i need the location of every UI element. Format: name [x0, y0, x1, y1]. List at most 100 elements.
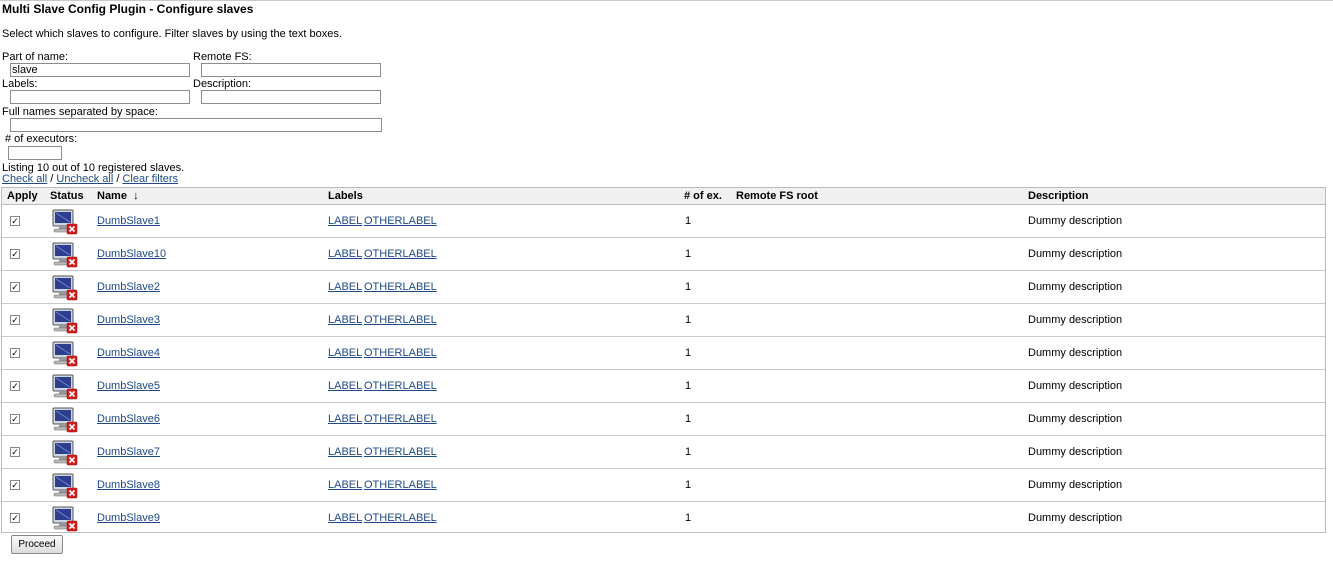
label-link[interactable]: LABEL — [328, 248, 362, 260]
table-row: ✓ DumbSlave2 LABEL OTHERLABEL 1 Dummy descrip… — [2, 271, 1325, 304]
otherlabel-link[interactable]: OTHERLABEL — [364, 215, 437, 227]
executors-value: 1 — [685, 281, 692, 293]
apply-checkbox[interactable]: ✓ — [10, 315, 20, 325]
otherlabel-link[interactable]: OTHERLABEL — [364, 314, 437, 326]
label-link[interactable]: LABEL — [328, 446, 362, 458]
table-row: ✓ DumbSlave9 LABEL OTHERLABEL 1 Dummy descrip… — [2, 502, 1325, 534]
description-value: Dummy description — [1028, 215, 1123, 227]
otherlabel-link[interactable]: OTHERLABEL — [364, 380, 437, 392]
label-link[interactable]: LABEL — [328, 479, 362, 491]
description-value: Dummy description — [1028, 446, 1123, 458]
otherlabel-link[interactable]: OTHERLABEL — [364, 281, 437, 293]
table-row: ✓ DumbSlave8 LABEL OTHERLABEL 1 Dummy descrip… — [2, 469, 1325, 502]
apply-checkbox[interactable]: ✓ — [10, 249, 20, 259]
slave-name-link[interactable]: DumbSlave9 — [97, 512, 160, 524]
clear-filters-link[interactable]: Clear filters — [122, 173, 178, 185]
otherlabel-link[interactable]: OTHERLABEL — [364, 479, 437, 491]
slave-name-link[interactable]: DumbSlave3 — [97, 314, 160, 326]
slave-name-link[interactable]: DumbSlave4 — [97, 347, 160, 359]
page-title: Multi Slave Config Plugin - Configure sl… — [2, 2, 254, 16]
status-icon-wrapper — [50, 209, 78, 235]
slave-name-link[interactable]: DumbSlave7 — [97, 446, 160, 458]
otherlabel-link[interactable]: OTHERLABEL — [364, 413, 437, 425]
otherlabel-link[interactable]: OTHERLABEL — [364, 446, 437, 458]
selection-links: Check all / Uncheck all / Clear filters — [2, 173, 178, 185]
slave-name-link[interactable]: DumbSlave2 — [97, 281, 160, 293]
status-icon-wrapper — [50, 506, 78, 532]
top-divider — [0, 0, 1333, 1]
apply-checkbox[interactable]: ✓ — [10, 513, 20, 523]
uncheck-all-link[interactable]: Uncheck all — [56, 173, 113, 185]
description-input[interactable] — [201, 90, 381, 104]
table-row: ✓ DumbSlave7 LABEL OTHERLABEL 1 Dummy descrip… — [2, 436, 1325, 469]
full-names-input[interactable] — [10, 118, 382, 132]
status-icon-wrapper — [50, 275, 78, 301]
apply-checkbox[interactable]: ✓ — [10, 480, 20, 490]
apply-checkbox[interactable]: ✓ — [10, 381, 20, 391]
slave-name-link[interactable]: DumbSlave1 — [97, 215, 160, 227]
executors-value: 1 — [685, 479, 692, 491]
proceed-button[interactable]: Proceed — [11, 535, 63, 554]
description-label: Description: — [193, 78, 252, 90]
label-link[interactable]: LABEL — [328, 215, 362, 227]
header-name-label: Name — [97, 190, 127, 202]
check-all-link[interactable]: Check all — [2, 173, 47, 185]
offline-computer-icon — [52, 440, 78, 466]
status-icon-wrapper — [50, 242, 78, 268]
executors-value: 1 — [685, 512, 692, 524]
header-remote-fs[interactable]: Remote FS root — [736, 190, 818, 202]
table-row: ✓ DumbSlave5 LABEL OTHERLABEL 1 Dummy descrip… — [2, 370, 1325, 403]
label-link[interactable]: LABEL — [328, 281, 362, 293]
remote-fs-label: Remote FS: — [193, 51, 252, 63]
executors-value: 1 — [685, 347, 692, 359]
slave-name-link[interactable]: DumbSlave6 — [97, 413, 160, 425]
otherlabel-link[interactable]: OTHERLABEL — [364, 248, 437, 260]
status-icon-wrapper — [50, 308, 78, 334]
sort-arrow-icon: ↓ — [133, 190, 139, 202]
description-value: Dummy description — [1028, 479, 1123, 491]
slave-name-link[interactable]: DumbSlave8 — [97, 479, 160, 491]
table-row: ✓ DumbSlave4 LABEL OTHERLABEL 1 Dummy descrip… — [2, 337, 1325, 370]
apply-checkbox[interactable]: ✓ — [10, 282, 20, 292]
label-link[interactable]: LABEL — [328, 380, 362, 392]
table-row: ✓ DumbSlave10 LABEL OTHERLABEL 1 Dummy descri… — [2, 238, 1325, 271]
label-link[interactable]: LABEL — [328, 347, 362, 359]
table-row: ✓ DumbSlave1 LABEL OTHERLABEL 1 Dummy descrip… — [2, 205, 1325, 238]
slave-name-link[interactable]: DumbSlave5 — [97, 380, 160, 392]
header-name[interactable]: Name ↓ — [97, 190, 139, 202]
table-header: Apply Status Name ↓ Labels # of ex. Remo… — [2, 188, 1325, 205]
labels-input[interactable] — [10, 90, 190, 104]
executors-value: 1 — [685, 413, 692, 425]
executors-value: 1 — [685, 314, 692, 326]
executors-value: 1 — [685, 380, 692, 392]
label-link[interactable]: LABEL — [328, 512, 362, 524]
offline-computer-icon — [52, 209, 78, 235]
remote-fs-input[interactable] — [201, 63, 381, 77]
label-link[interactable]: LABEL — [328, 413, 362, 425]
part-of-name-input[interactable] — [10, 63, 190, 77]
slave-name-link[interactable]: DumbSlave10 — [97, 248, 166, 260]
executors-input[interactable] — [8, 146, 62, 160]
apply-checkbox[interactable]: ✓ — [10, 414, 20, 424]
labels-label: Labels: — [2, 78, 38, 90]
apply-checkbox[interactable]: ✓ — [10, 447, 20, 457]
description-value: Dummy description — [1028, 314, 1123, 326]
status-icon-wrapper — [50, 440, 78, 466]
header-status[interactable]: Status — [50, 190, 84, 202]
otherlabel-link[interactable]: OTHERLABEL — [364, 512, 437, 524]
otherlabel-link[interactable]: OTHERLABEL — [364, 347, 437, 359]
header-description[interactable]: Description — [1028, 190, 1089, 202]
description-value: Dummy description — [1028, 281, 1123, 293]
header-labels[interactable]: Labels — [328, 190, 363, 202]
offline-computer-icon — [52, 242, 78, 268]
description-value: Dummy description — [1028, 380, 1123, 392]
offline-computer-icon — [52, 506, 78, 532]
offline-computer-icon — [52, 407, 78, 433]
executors-label: # of executors: — [5, 133, 78, 145]
header-apply[interactable]: Apply — [7, 190, 38, 202]
apply-checkbox[interactable]: ✓ — [10, 216, 20, 226]
apply-checkbox[interactable]: ✓ — [10, 348, 20, 358]
label-link[interactable]: LABEL — [328, 314, 362, 326]
description-value: Dummy description — [1028, 512, 1123, 524]
header-executors[interactable]: # of ex. — [684, 190, 722, 202]
